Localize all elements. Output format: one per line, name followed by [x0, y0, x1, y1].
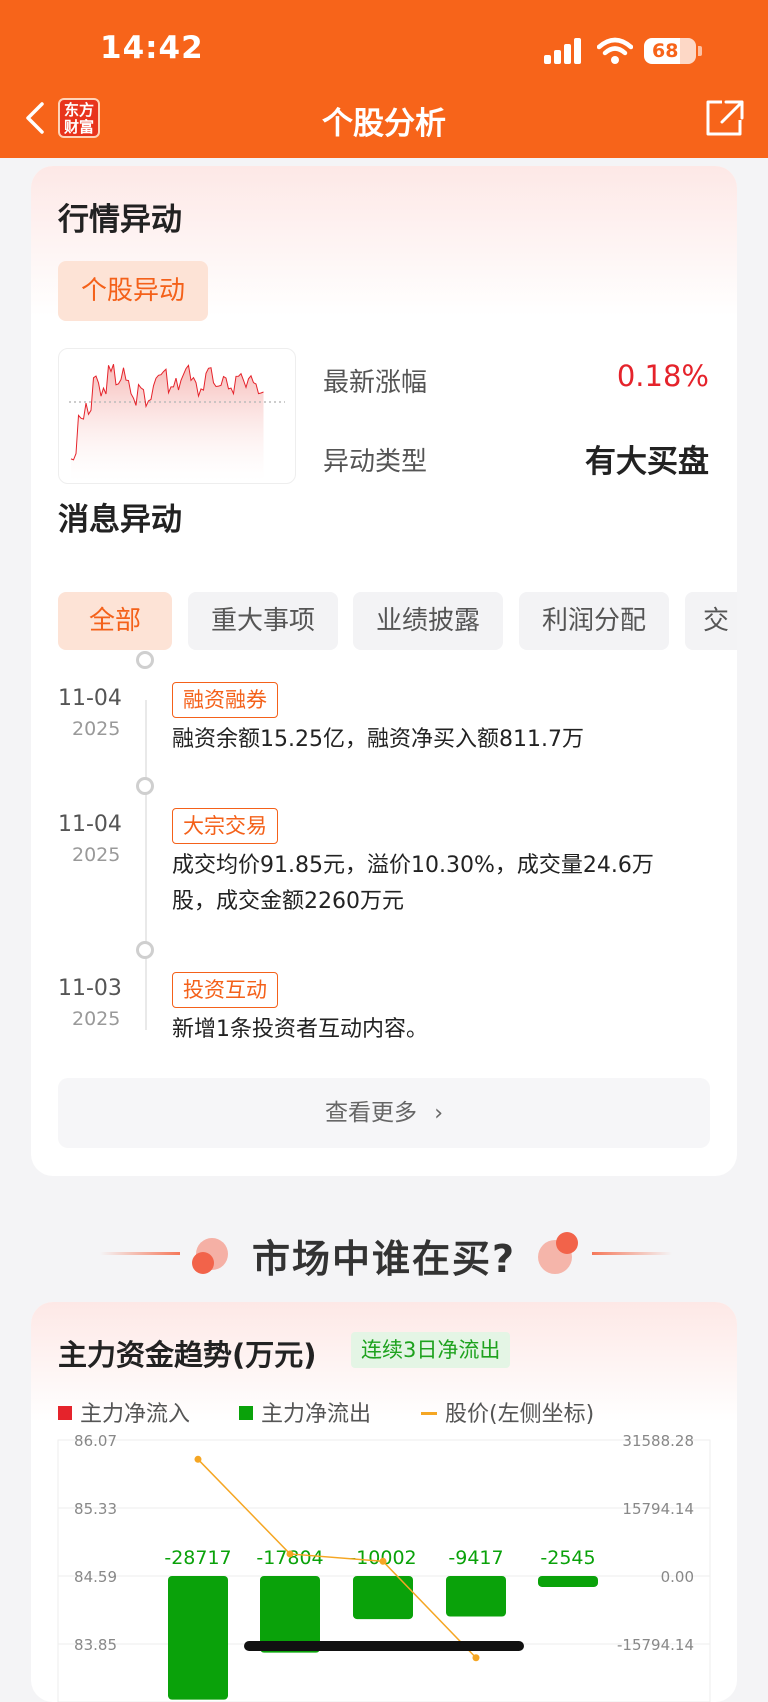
chip-major-events[interactable]: 重大事项: [188, 592, 338, 650]
timeline-date: 11-04: [58, 686, 122, 711]
chip-all[interactable]: 全部: [58, 592, 172, 650]
legend-inflow: 主力净流入: [58, 1396, 190, 1428]
legend-swatch-green: [239, 1406, 253, 1420]
anomaly-type-label: 异动类型: [323, 447, 428, 477]
right-axis-tick: 15794.14: [622, 1500, 694, 1518]
battery-icon: 68: [644, 38, 696, 64]
bar-value-label: -9417: [448, 1547, 503, 1569]
home-indicator: [244, 1641, 524, 1651]
tab-stock-anomaly[interactable]: 个股异动: [58, 261, 208, 321]
view-more-label: 查看更多: [324, 1100, 417, 1126]
banner-line-right: [592, 1252, 672, 1255]
left-axis-tick: 85.33: [74, 1500, 117, 1518]
status-time: 14:42: [100, 30, 204, 66]
bar[interactable]: [168, 1576, 228, 1700]
legend-price: 股价(左侧坐标): [421, 1396, 594, 1428]
left-axis-tick: 84.59: [74, 1568, 117, 1586]
left-axis-tick: 83.85: [74, 1636, 117, 1654]
timeline-year: 2025: [72, 1008, 121, 1030]
price-point[interactable]: [194, 1455, 202, 1463]
view-more-button[interactable]: 查看更多 ›: [58, 1078, 710, 1148]
right-axis-tick: 0.00: [661, 1568, 694, 1586]
timeline-line: [145, 700, 147, 1030]
wifi-icon: [597, 37, 633, 64]
timeline-date: 11-04: [58, 812, 122, 837]
fund-trend-chart[interactable]: -28717-17804-10002-9417-2545 86.0785.338…: [31, 1432, 737, 1702]
legend-label: 主力净流入: [80, 1402, 191, 1427]
page-title: 个股分析: [322, 106, 446, 142]
bar-value-label: -2545: [540, 1547, 595, 1569]
banner-title: 市场中谁在买?: [251, 1237, 517, 1281]
news-text[interactable]: 成交均价91.85元，溢价10.30%，成交量24.6万股，成交金额2260万元: [172, 848, 672, 920]
timeline-dot: [136, 651, 154, 669]
bar-value-label: -17804: [256, 1547, 323, 1569]
timeline-date: 11-03: [58, 976, 122, 1001]
price-point[interactable]: [286, 1550, 294, 1558]
anomaly-type-value: 有大买盘: [585, 444, 709, 480]
bar[interactable]: [538, 1576, 598, 1587]
timeline-dot: [136, 777, 154, 795]
bar-value-label: -28717: [164, 1547, 231, 1569]
left-axis-tick: 86.07: [74, 1432, 117, 1450]
chip-dividend[interactable]: 利润分配: [519, 592, 669, 650]
bar[interactable]: [446, 1576, 506, 1617]
top-bar: 14:42 68 东方 财富 个股分析: [0, 0, 768, 158]
decor-ball: [556, 1232, 578, 1254]
legend-swatch-red: [58, 1406, 72, 1420]
legend-label: 主力净流出: [261, 1402, 372, 1427]
latest-change-label: 最新涨幅: [323, 368, 428, 398]
news-tag-investor[interactable]: 投资互动: [172, 972, 278, 1008]
right-axis-tick: 31588.28: [622, 1432, 694, 1450]
news-anomaly-title: 消息异动: [58, 502, 182, 538]
price-point[interactable]: [379, 1557, 387, 1565]
news-tag-margin[interactable]: 融资融券: [172, 682, 278, 718]
fund-trend-title: 主力资金趋势(万元): [58, 1338, 317, 1372]
timeline-dot: [136, 941, 154, 959]
battery-tip: [698, 46, 702, 56]
news-tag-block-trade[interactable]: 大宗交易: [172, 808, 278, 844]
market-anomaly-title: 行情异动: [58, 202, 182, 238]
share-icon[interactable]: [704, 98, 746, 138]
cellular-signal-icon: [544, 38, 584, 64]
chevron-right-icon: ›: [434, 1101, 444, 1126]
legend-label: 股价(左侧坐标): [445, 1402, 595, 1427]
timeline-year: 2025: [72, 844, 121, 866]
intraday-mini-chart[interactable]: [58, 348, 296, 484]
right-axis-tick: -15794.14: [617, 1636, 694, 1654]
timeline-year: 2025: [72, 718, 121, 740]
chip-trading[interactable]: 交: [685, 592, 737, 650]
outflow-streak-badge: 连续3日净流出: [351, 1332, 511, 1368]
legend-swatch-line: [421, 1411, 437, 1415]
anomaly-card: 行情异动 个股异动 最新涨幅 0.18% 异动类型 有大买盘 消息异动 全部 重…: [31, 166, 737, 1176]
price-line: [197, 1458, 477, 1659]
news-text[interactable]: 融资余额15.25亿，融资净买入额811.7万: [172, 722, 672, 758]
news-text[interactable]: 新增1条投资者互动内容。: [172, 1012, 672, 1048]
legend-outflow: 主力净流出: [239, 1396, 371, 1428]
price-point[interactable]: [472, 1654, 480, 1662]
chip-earnings[interactable]: 业绩披露: [353, 592, 503, 650]
latest-change-value: 0.18%: [616, 359, 709, 393]
